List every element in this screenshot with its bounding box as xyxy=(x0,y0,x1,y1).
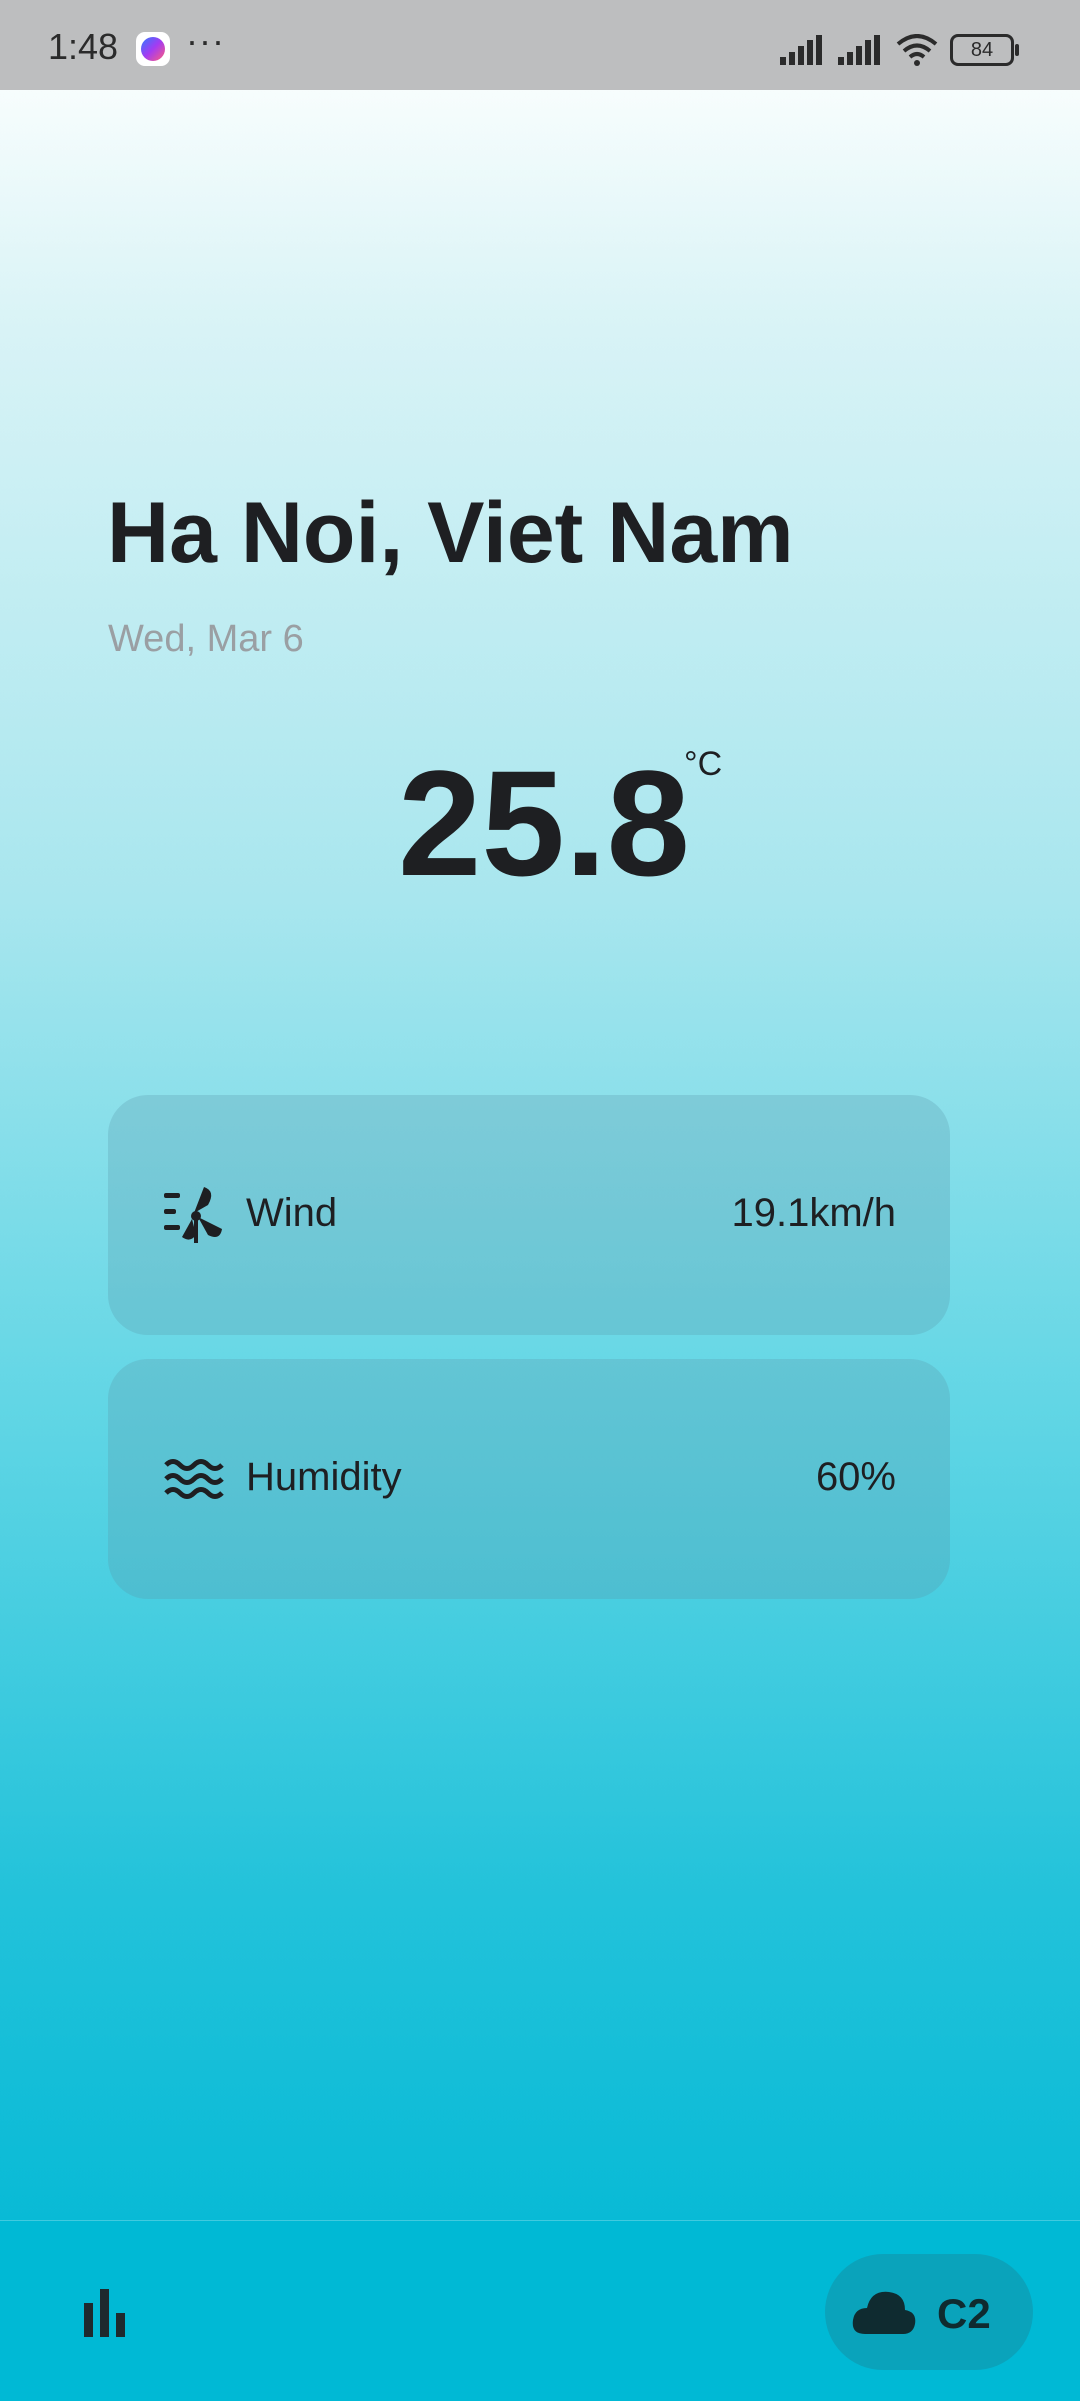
temperature-unit: °C xyxy=(684,745,723,783)
wind-label: Wind xyxy=(246,1191,338,1235)
location-title: Ha Noi, Viet Nam xyxy=(107,485,794,581)
humidity-label: Humidity xyxy=(246,1455,402,1499)
bottom-bar: C2 xyxy=(0,2220,1080,2401)
humidity-value: 60% xyxy=(815,1455,896,1499)
temperature-value: 25.8 xyxy=(398,739,690,907)
status-time: 1:48 xyxy=(48,26,119,67)
messenger-icon xyxy=(136,32,170,66)
battery-indicator: 84 xyxy=(950,34,1019,66)
humidity-card: Humidity 60% xyxy=(108,1359,950,1599)
mode-button[interactable]: C2 xyxy=(825,2254,1033,2370)
wind-fan-icon xyxy=(164,1187,222,1243)
date-label: Wed, Mar 6 xyxy=(108,618,304,660)
status-indicators: 84 xyxy=(780,30,1019,70)
more-dots-icon: ··· xyxy=(186,20,225,61)
mode-label: C2 xyxy=(937,2290,991,2337)
wind-card: Wind 19.1km/h xyxy=(108,1095,950,1335)
wind-value: 19.1km/h xyxy=(731,1191,896,1235)
cloud-icon xyxy=(852,2291,916,2334)
waves-icon xyxy=(164,1459,224,1499)
signal-icon xyxy=(780,35,822,65)
bar-chart-icon[interactable] xyxy=(76,2281,136,2341)
wifi-icon xyxy=(896,34,938,66)
signal-icon-2 xyxy=(838,35,880,65)
status-bar: 1:48 ··· 84 xyxy=(0,0,1080,90)
